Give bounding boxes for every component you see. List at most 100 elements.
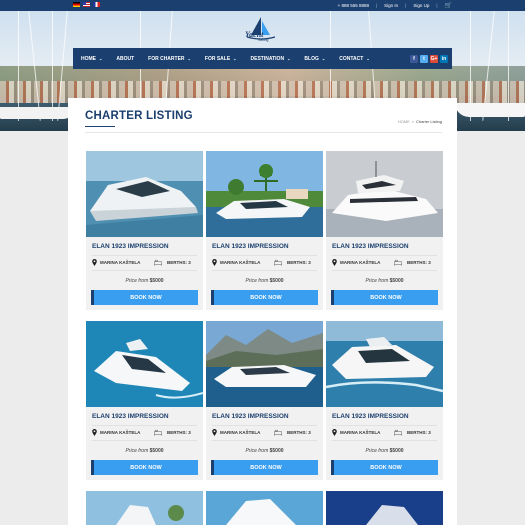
breadcrumb-separator: » <box>411 119 414 124</box>
separator: | <box>405 3 407 8</box>
bed-icon <box>154 259 162 266</box>
google-plus-icon[interactable]: G+ <box>430 55 438 63</box>
price-label: Price from <box>365 448 389 454</box>
divider <box>92 440 197 441</box>
listing-title[interactable]: ELAN 1923 IMPRESSION <box>212 243 289 250</box>
price-value: $5000 <box>269 448 284 454</box>
sign-up-link[interactable]: Sign Up <box>413 3 429 8</box>
book-now-button[interactable]: BOOK NOW <box>211 290 318 305</box>
listing-berths: BERTHS: 3 <box>167 260 191 265</box>
price-label: Price from <box>125 448 149 454</box>
map-pin-icon <box>332 429 337 436</box>
breadcrumb-current: Charter Listing <box>415 119 442 124</box>
listing-berths: BERTHS: 3 <box>287 260 311 265</box>
cart-icon[interactable]: 🛒 <box>445 3 452 9</box>
sign-in-link[interactable]: Sign In <box>384 3 398 8</box>
divider <box>92 270 197 271</box>
nav-item-contact[interactable]: CONTACT ⌄ <box>339 56 369 62</box>
listing-card: ELAN 1923 IMPRESSION MARINA KAŠTELA BERT… <box>206 151 323 310</box>
listing-card <box>86 491 203 525</box>
nav-item-for-charter[interactable]: FOR CHARTER ⌄ <box>148 56 191 62</box>
breadcrumb-home[interactable]: HOME <box>398 119 410 124</box>
linkedin-icon[interactable]: in <box>440 55 448 63</box>
nav-item-destination[interactable]: DESTINATION ⌄ <box>251 56 291 62</box>
yacht-photo[interactable] <box>326 491 443 525</box>
title-underline <box>85 126 115 127</box>
listing-berths: BERTHS: 3 <box>287 430 311 435</box>
social-links: f t G+ in <box>410 55 448 63</box>
divider <box>332 440 437 441</box>
listing-title[interactable]: ELAN 1923 IMPRESSION <box>332 413 409 420</box>
nav-item-for-sale[interactable]: FOR SALE ⌄ <box>205 56 237 62</box>
yacht-photo[interactable] <box>206 321 323 407</box>
chevron-down-icon: ⌄ <box>321 56 326 61</box>
book-now-button[interactable]: BOOK NOW <box>91 460 198 475</box>
price-value: $5000 <box>389 278 404 284</box>
divider <box>212 425 317 426</box>
nav-label: FOR SALE <box>204 55 231 62</box>
price-value: $5000 <box>269 278 284 284</box>
listing-title[interactable]: ELAN 1923 IMPRESSION <box>212 413 289 420</box>
divider <box>85 132 442 133</box>
yacht-photo[interactable] <box>326 151 443 237</box>
listing-berths: BERTHS: 3 <box>407 260 431 265</box>
language-switcher <box>73 2 100 7</box>
listing-price: Price from $5000 <box>86 278 203 284</box>
listing-meta: MARINA KAŠTELA BERTHS: 3 <box>212 429 317 437</box>
us-flag-icon[interactable] <box>83 2 90 7</box>
chevron-down-icon: ⌄ <box>187 56 191 61</box>
nav-item-blog[interactable]: BLOG ⌄ <box>304 56 325 62</box>
listing-price: Price from $5000 <box>206 278 323 284</box>
map-pin-icon <box>332 259 337 266</box>
yacht-photo[interactable] <box>326 321 443 407</box>
nav-item-home[interactable]: HOME ⌄ <box>81 56 102 62</box>
divider <box>212 440 317 441</box>
book-now-button[interactable]: BOOK NOW <box>331 290 438 305</box>
listing-card: ELAN 1923 IMPRESSION MARINA KAŠTELA BERT… <box>326 321 443 480</box>
moored-yacht <box>455 103 525 117</box>
yacht-photo[interactable] <box>206 491 323 525</box>
facebook-icon[interactable]: f <box>410 55 418 63</box>
chevron-down-icon: ⌄ <box>366 56 370 61</box>
listing-card: ELAN 1923 IMPRESSION MARINA KAŠTELA BERT… <box>326 151 443 310</box>
nav-label: ABOUT <box>116 55 135 62</box>
listing-price: Price from $5000 <box>326 448 443 454</box>
listing-berths: BERTHS: 3 <box>407 430 431 435</box>
listing-title[interactable]: ELAN 1923 IMPRESSION <box>92 243 169 250</box>
price-value: $5000 <box>149 278 164 284</box>
yacht-photo[interactable] <box>86 321 203 407</box>
divider <box>332 255 437 256</box>
book-now-button[interactable]: BOOK NOW <box>331 460 438 475</box>
main-navigation: HOME ⌄ ABOUT FOR CHARTER ⌄ FOR SALE ⌄ DE… <box>73 48 452 69</box>
listing-price: Price from $5000 <box>206 448 323 454</box>
account-links: + 888 555 8888 | Sign In | Sign Up | 🛒 <box>338 0 452 11</box>
fr-flag-icon[interactable] <box>93 2 100 7</box>
nav-item-about[interactable]: ABOUT <box>116 56 134 62</box>
yacht-photo[interactable] <box>206 151 323 237</box>
de-flag-icon[interactable] <box>73 2 80 7</box>
divider <box>332 425 437 426</box>
listing-card: ELAN 1923 IMPRESSION MARINA KAŠTELA BERT… <box>86 151 203 310</box>
listing-berths: BERTHS: 3 <box>167 430 191 435</box>
nav-label: HOME <box>81 55 96 62</box>
moored-yacht <box>0 107 75 119</box>
listing-card: ELAN 1923 IMPRESSION MARINA KAŠTELA BERT… <box>206 321 323 480</box>
yacht-photo[interactable] <box>86 491 203 525</box>
book-now-button[interactable]: BOOK NOW <box>91 290 198 305</box>
yacht-photo[interactable] <box>86 151 203 237</box>
listing-meta: MARINA KAŠTELA BERTHS: 3 <box>92 259 197 267</box>
price-label: Price from <box>365 278 389 284</box>
map-pin-icon <box>212 259 217 266</box>
bed-icon <box>274 429 282 436</box>
listing-meta: MARINA KAŠTELA BERTHS: 3 <box>332 259 437 267</box>
divider <box>92 425 197 426</box>
listing-title[interactable]: ELAN 1923 IMPRESSION <box>332 243 409 250</box>
top-utility-bar: + 888 555 8888 | Sign In | Sign Up | 🛒 <box>0 0 525 11</box>
listing-title[interactable]: ELAN 1923 IMPRESSION <box>92 413 169 420</box>
listing-price: Price from $5000 <box>86 448 203 454</box>
separator: | <box>375 3 378 8</box>
book-now-button[interactable]: BOOK NOW <box>211 460 318 475</box>
twitter-icon[interactable]: t <box>420 55 428 63</box>
nav-label: FOR CHARTER <box>148 55 185 62</box>
price-value: $5000 <box>149 448 164 454</box>
